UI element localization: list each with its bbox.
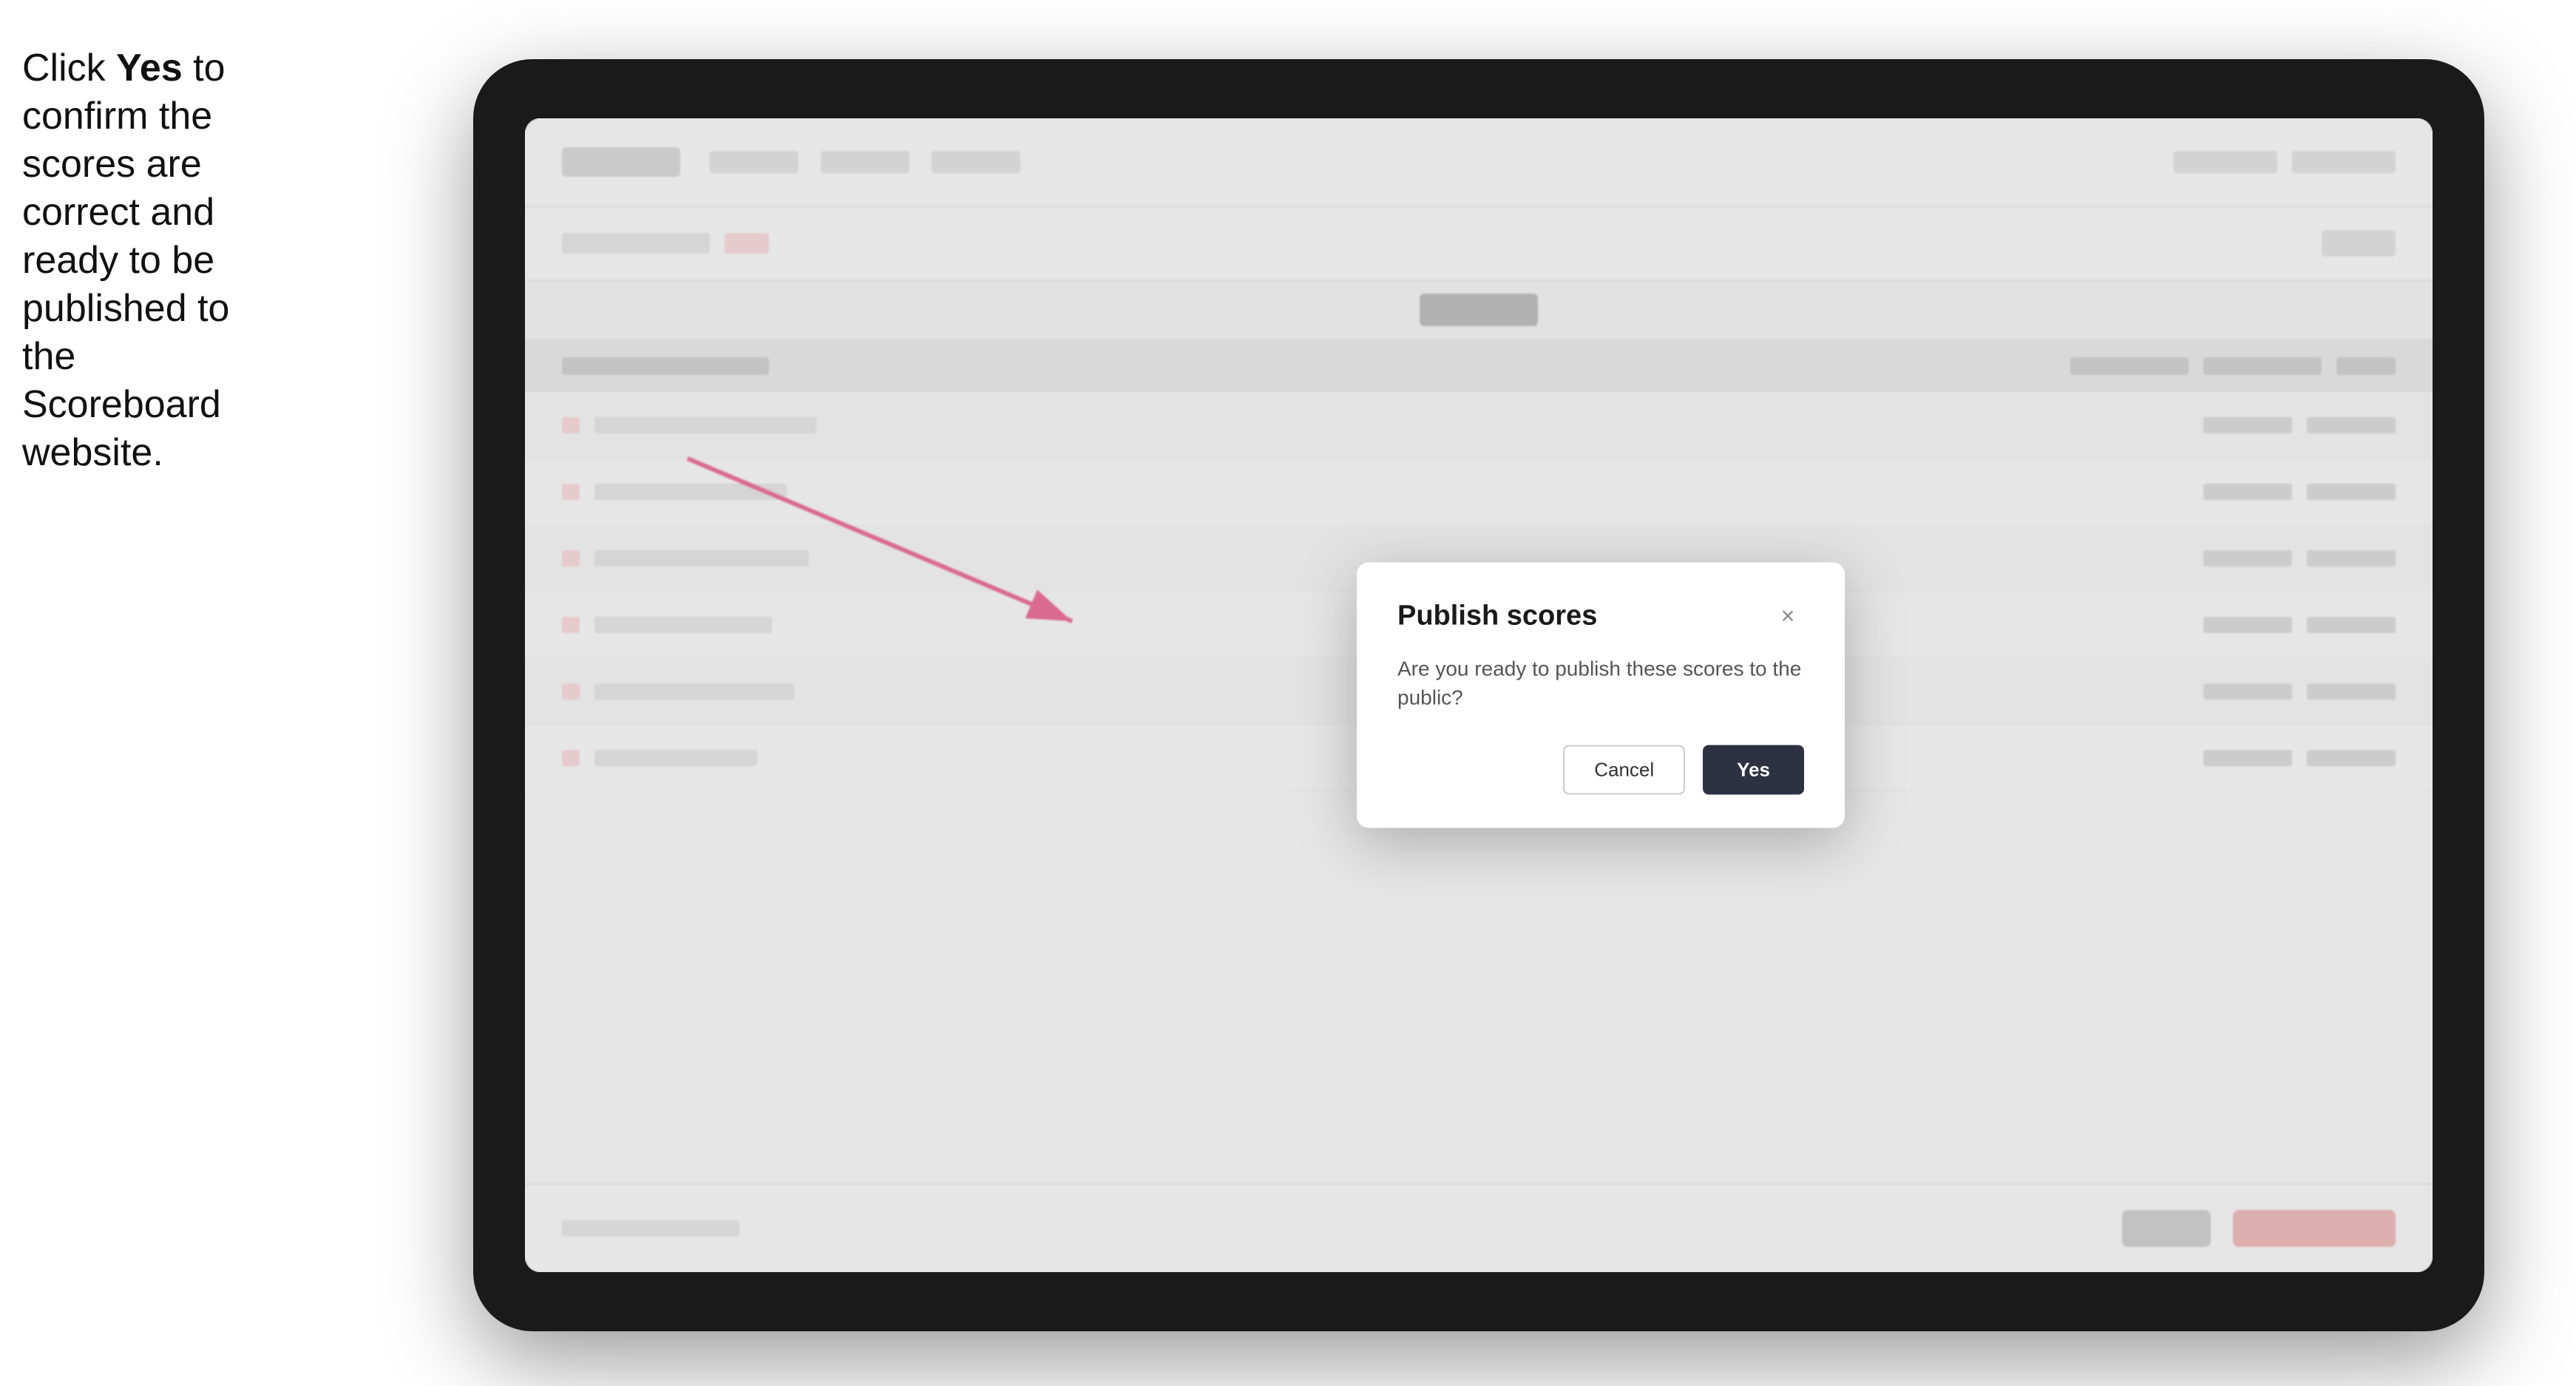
dialog-body: Are you ready to publish these scores to… bbox=[1397, 654, 1804, 711]
tablet-device: Publish scores × Are you ready to publis… bbox=[473, 59, 2484, 1331]
dialog-footer: Cancel Yes bbox=[1397, 746, 1804, 795]
dialog-title: Publish scores bbox=[1397, 600, 1597, 632]
yes-button[interactable]: Yes bbox=[1703, 746, 1804, 795]
instruction-prefix: Click bbox=[22, 47, 116, 89]
cancel-button[interactable]: Cancel bbox=[1563, 746, 1685, 795]
instruction-text: Click Yes to confirm the scores are corr… bbox=[22, 44, 237, 477]
publish-scores-dialog: Publish scores × Are you ready to publis… bbox=[1357, 562, 1845, 828]
tablet-screen: Publish scores × Are you ready to publis… bbox=[525, 118, 2433, 1272]
dialog-header: Publish scores × bbox=[1397, 599, 1804, 632]
instruction-bold: Yes bbox=[116, 47, 183, 89]
dialog-close-button[interactable]: × bbox=[1772, 599, 1804, 632]
instruction-suffix: to confirm the scores are correct and re… bbox=[22, 47, 229, 474]
